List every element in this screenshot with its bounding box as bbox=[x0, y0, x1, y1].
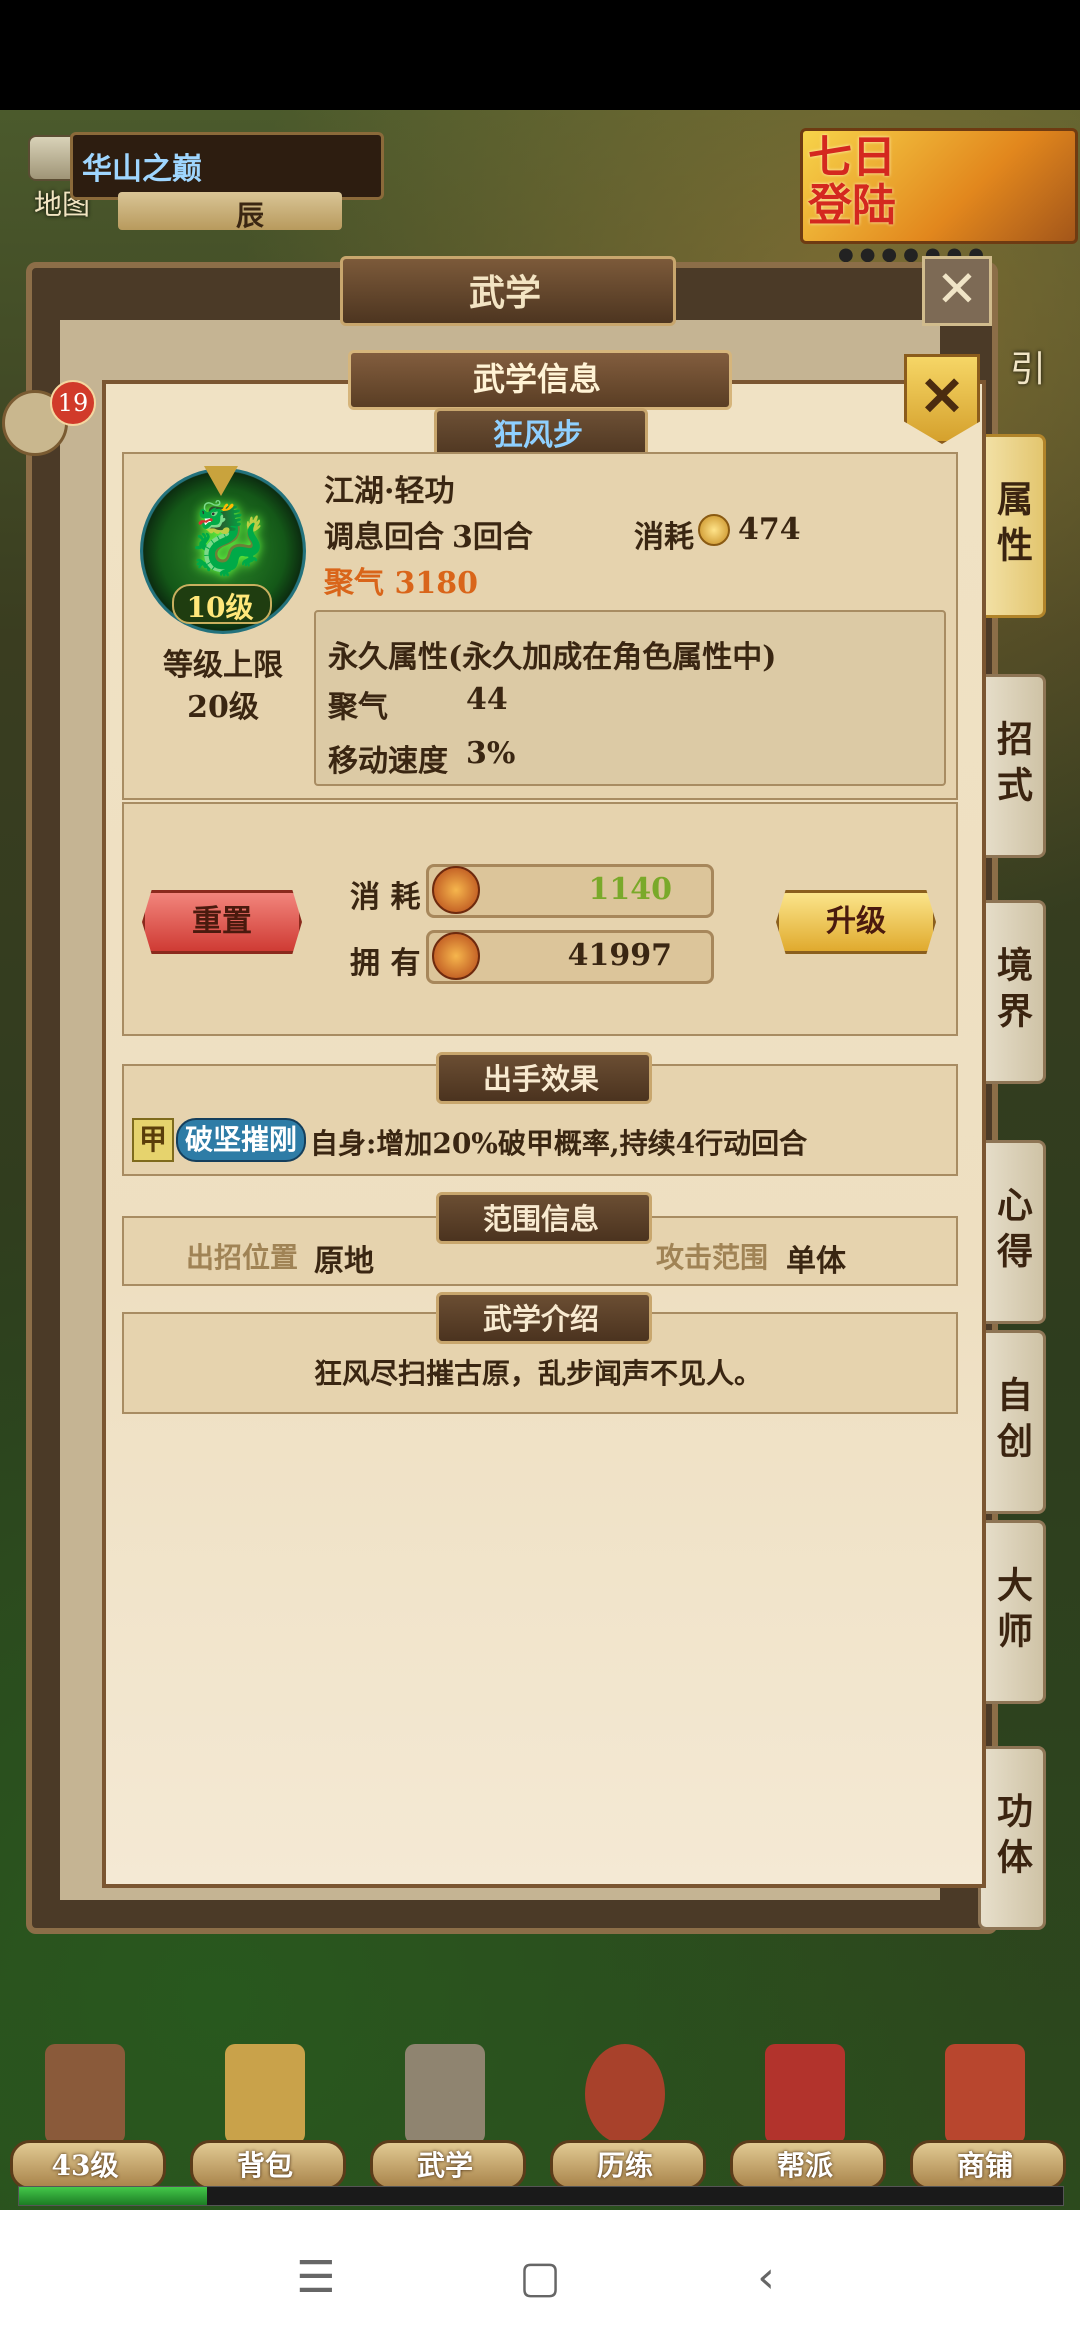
qi-value: 聚气 3180 bbox=[324, 566, 478, 601]
time-value: 辰 bbox=[236, 199, 265, 232]
coin-pouch-icon bbox=[432, 866, 480, 914]
cost-value: 474 bbox=[738, 512, 801, 547]
range-label: 攻击范围 bbox=[656, 1241, 769, 1274]
stat-value: 44 bbox=[466, 682, 508, 717]
nav-label: 帮派 bbox=[776, 2149, 833, 2182]
tab-self-created[interactable]: 自创 bbox=[978, 1330, 1046, 1514]
gold-coin-icon bbox=[698, 514, 730, 546]
banner-icon bbox=[765, 2044, 845, 2144]
guide-label: 引 bbox=[1010, 349, 1047, 390]
resource-cost-label: 消 耗 bbox=[350, 880, 421, 915]
tab-label: 属性 bbox=[991, 480, 1033, 572]
breath-value: 3回合 bbox=[452, 520, 533, 555]
tab-label: 心得 bbox=[991, 1186, 1033, 1278]
event-banner-text: 七日登陆 bbox=[808, 132, 896, 231]
nav-label: 武学 bbox=[416, 2149, 473, 2182]
nav-label: 背包 bbox=[236, 2149, 293, 2182]
reset-button[interactable]: 重置 bbox=[142, 890, 302, 954]
stat-value: 3% bbox=[466, 736, 516, 771]
reset-button-label: 重置 bbox=[192, 904, 252, 939]
nav-label: 商铺 bbox=[956, 2149, 1013, 2182]
cost-label: 消耗 bbox=[634, 520, 694, 555]
wind-step-icon: 🐉 bbox=[184, 497, 272, 579]
martial-scroll-icon bbox=[405, 2044, 485, 2144]
drum-icon bbox=[585, 2044, 665, 2144]
nav-label: 历练 bbox=[596, 2149, 653, 2182]
upgrade-button[interactable]: 升级 bbox=[776, 890, 936, 954]
resource-own-label: 拥 有 bbox=[350, 946, 421, 981]
position-label: 出招位置 bbox=[186, 1241, 299, 1274]
level-cap-value: 20级 bbox=[187, 690, 259, 725]
status-bar bbox=[0, 0, 1080, 110]
tab-realm[interactable]: 境界 bbox=[978, 900, 1046, 1084]
tab-moves[interactable]: 招式 bbox=[978, 674, 1046, 858]
nav-character[interactable]: 43级 bbox=[10, 2040, 166, 2210]
tab-label: 功体 bbox=[991, 1792, 1033, 1884]
coin-pouch-icon bbox=[432, 932, 480, 980]
resource-cost-value: 1140 bbox=[588, 872, 673, 907]
nav-shop[interactable]: 商铺 bbox=[910, 2040, 1066, 2210]
nav-guild[interactable]: 帮派 bbox=[730, 2040, 886, 2210]
martial-arts-title: 武学 bbox=[468, 272, 541, 314]
menu-icon[interactable]: ☰ bbox=[286, 2248, 346, 2308]
stat-name: 聚气 bbox=[328, 690, 388, 725]
time-plate bbox=[118, 192, 342, 230]
intro-section-title: 武学介绍 bbox=[482, 1302, 599, 1336]
experience-bar bbox=[18, 2186, 1064, 2206]
effect-skill-tag[interactable]: 破坚摧刚 bbox=[176, 1118, 306, 1162]
nav-label: 43级 bbox=[51, 2149, 119, 2182]
position-value: 原地 bbox=[314, 1244, 374, 1279]
effect-section-title: 出手效果 bbox=[482, 1062, 599, 1096]
intro-text: 狂风尽扫摧古原，乱步闻声不见人。 bbox=[313, 1357, 762, 1390]
skill-level: 10级 bbox=[186, 591, 254, 624]
tab-label: 境界 bbox=[991, 946, 1033, 1038]
back-icon[interactable]: ‹ bbox=[736, 2248, 796, 2308]
bag-icon bbox=[225, 2044, 305, 2144]
home-icon[interactable]: ▢ bbox=[510, 2248, 570, 2308]
tab-label: 自创 bbox=[991, 1376, 1033, 1468]
range-section-title: 范围信息 bbox=[482, 1202, 599, 1236]
level-cap-label: 等级上限 bbox=[163, 648, 283, 683]
nav-training[interactable]: 历练 bbox=[550, 2040, 706, 2210]
character-icon bbox=[45, 2044, 125, 2144]
resource-own-value: 41997 bbox=[567, 938, 672, 973]
armor-tag: 甲 bbox=[132, 1118, 174, 1162]
nav-martial-arts[interactable]: 武学 bbox=[370, 2040, 526, 2210]
chat-count-badge: 19 bbox=[50, 380, 96, 426]
tab-label: 招式 bbox=[991, 720, 1033, 812]
experience-bar-fill bbox=[19, 2187, 207, 2205]
martial-arts-close-button[interactable]: ✕ bbox=[922, 256, 992, 326]
game-screen: 地图 华山之巅 辰 七日登陆 ●●●●●●● 武学 ✕ 引 19 属性 招式 境… bbox=[0, 0, 1080, 2340]
tab-attributes[interactable]: 属性 bbox=[978, 434, 1046, 618]
dialog-title: 武学信息 bbox=[472, 360, 601, 398]
tab-insight[interactable]: 心得 bbox=[978, 1140, 1046, 1324]
range-value: 单体 bbox=[786, 1244, 846, 1279]
upgrade-button-label: 升级 bbox=[826, 904, 886, 939]
skill-category: 江湖·轻功 bbox=[324, 474, 455, 509]
tab-label: 大师 bbox=[991, 1566, 1033, 1658]
effect-text: 自身:增加20%破甲概率,持续4行动回合 bbox=[310, 1127, 808, 1160]
breath-label: 调息回合 bbox=[324, 520, 444, 555]
stat-name: 移动速度 bbox=[328, 744, 448, 779]
location-name: 华山之巅 bbox=[82, 152, 202, 187]
tab-master[interactable]: 大师 bbox=[978, 1520, 1046, 1704]
permanent-stats-title: 永久属性(永久加成在角色属性中) bbox=[328, 640, 777, 675]
tab-body-skill[interactable]: 功体 bbox=[978, 1746, 1046, 1930]
nav-bag[interactable]: 背包 bbox=[190, 2040, 346, 2210]
skill-name: 狂风步 bbox=[493, 418, 583, 453]
shop-icon bbox=[945, 2044, 1025, 2144]
